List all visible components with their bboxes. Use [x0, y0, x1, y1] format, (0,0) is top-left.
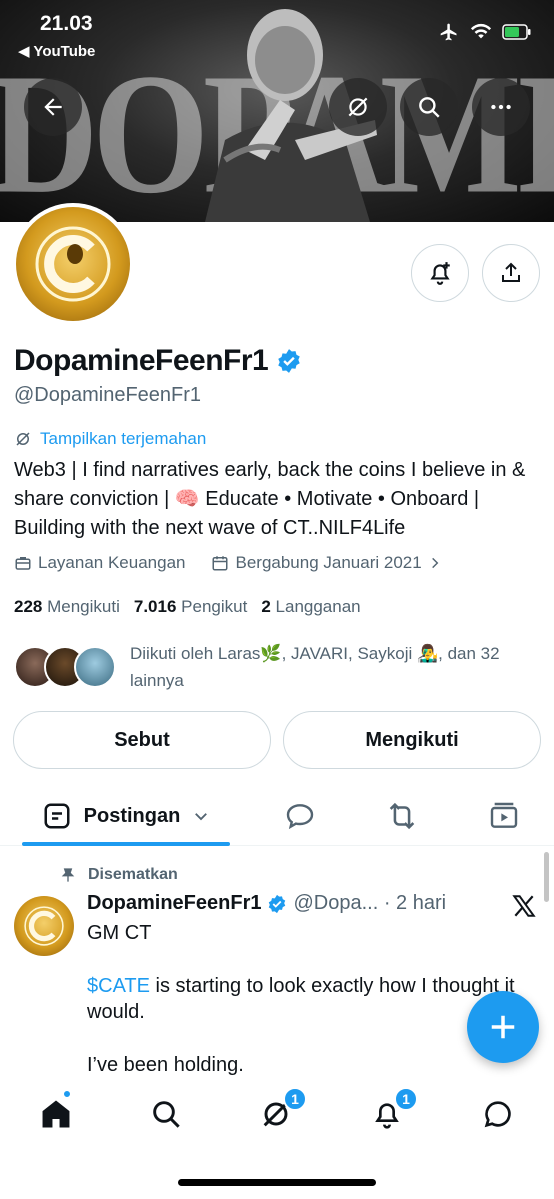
profile-stats: 228 Mengikuti 7.016 Pengikut 2 Langganan: [14, 597, 361, 617]
joined-label: Bergabung Januari 2021: [235, 553, 422, 572]
nav-messages[interactable]: [478, 1094, 518, 1134]
post-meta: @Dopa... · 2 hari: [293, 892, 447, 914]
tab-posts[interactable]: Postingan: [22, 786, 230, 846]
pin-icon: [61, 868, 75, 882]
cashtag-link[interactable]: $CATE: [87, 975, 150, 997]
arrow-left-icon: [44, 98, 62, 116]
nav-search[interactable]: [146, 1094, 186, 1134]
tab-replies[interactable]: [280, 786, 320, 846]
display-name-text: DopamineFeenFr1: [14, 344, 269, 377]
following-button[interactable]: Mengikuti: [283, 711, 541, 769]
coin-logo-icon: [35, 226, 111, 302]
nav-home[interactable]: [36, 1094, 76, 1134]
following-count: 228: [14, 597, 43, 616]
video-icon: [490, 802, 518, 828]
post-header: DopamineFeenFr1 @Dopa... · 2 hari: [87, 892, 446, 915]
profile-handle: @DopamineFeenFr1: [14, 384, 202, 406]
pinned-indicator: Disematkan: [60, 866, 178, 884]
home-indicator[interactable]: [178, 1179, 376, 1186]
grok-icon: [348, 97, 368, 117]
battery-icon: [502, 24, 531, 40]
post-text[interactable]: GM CT $CATE is starting to look exactly …: [87, 920, 537, 1078]
reply-bubble-icon: [286, 804, 314, 830]
verified-badge-icon[interactable]: [276, 348, 302, 374]
pinned-label: Disematkan: [88, 866, 178, 883]
subs-count: 2: [261, 597, 271, 616]
x-logo-icon[interactable]: [510, 893, 538, 919]
scrollbar[interactable]: [544, 852, 549, 902]
status-bar: 21.03 ◀ YouTube: [0, 0, 554, 60]
more-icon: [491, 104, 511, 110]
post-line: GM CT: [87, 922, 152, 944]
followed-by-text: Diikuti oleh Laras🌿, JAVARI, Saykoji 👨‍🎤…: [130, 644, 500, 690]
profile-avatar[interactable]: [12, 203, 134, 325]
grok-button[interactable]: [329, 78, 387, 136]
subscriptions-stat[interactable]: 2 Langganan: [261, 597, 360, 617]
coin-logo-icon: [24, 906, 64, 946]
repost-icon: [389, 802, 415, 830]
profile-meta: Layanan Keuangan Bergabung Januari 2021: [14, 553, 442, 573]
search-button[interactable]: [400, 78, 458, 136]
plus-icon: [491, 1015, 515, 1039]
wifi-icon: [470, 23, 492, 39]
tab-reposts[interactable]: [382, 786, 422, 846]
chevron-right-icon[interactable]: [428, 555, 442, 571]
grok-translate-icon: [16, 432, 30, 446]
calendar-icon: [212, 556, 228, 571]
tab-posts-label: Postingan: [83, 804, 181, 827]
search-icon: [419, 97, 440, 118]
translate-link[interactable]: Tampilkan terjemahan: [14, 429, 206, 449]
home-icon: [42, 1100, 70, 1128]
briefcase-icon: [15, 557, 31, 570]
category-label[interactable]: Layanan Keuangan: [38, 553, 185, 573]
search-icon: [153, 1101, 180, 1128]
more-options-button[interactable]: [472, 78, 530, 136]
grok-badge: 1: [283, 1087, 307, 1111]
bell-plus-icon: [430, 262, 450, 285]
share-icon: [502, 262, 520, 282]
profile-banner[interactable]: DOPAMINEFEENLIFE 21.03 ◀ YouTube: [0, 0, 554, 222]
verified-badge-icon: [269, 894, 286, 913]
post-author-avatar[interactable]: [14, 896, 74, 956]
compose-button[interactable]: [467, 991, 539, 1063]
translate-label[interactable]: Tampilkan terjemahan: [40, 429, 206, 449]
followers-count: 7.016: [133, 597, 177, 616]
following-stat[interactable]: 228 Mengikuti: [14, 597, 120, 617]
status-time: 21.03: [40, 12, 93, 35]
followers-label: Pengikut: [181, 597, 248, 616]
tab-media[interactable]: [484, 786, 524, 846]
status-icons: [438, 22, 532, 42]
chevron-down-icon: [195, 813, 208, 821]
notify-button[interactable]: [411, 244, 469, 302]
post-line-rest: is starting to look exactly how I though…: [87, 975, 515, 1023]
share-button[interactable]: [482, 244, 540, 302]
follower-avatar: [74, 646, 116, 688]
profile-tabs: Postingan: [0, 786, 554, 846]
display-name: DopamineFeenFr1: [14, 344, 302, 378]
followers-stat[interactable]: 7.016 Pengikut: [134, 597, 247, 617]
post-line: I’ve been holding.: [87, 1054, 244, 1076]
back-to-app-link[interactable]: ◀ YouTube: [18, 42, 95, 60]
chat-bubble-icon: [484, 1101, 511, 1128]
posts-icon: [44, 803, 70, 829]
notifications-badge: 1: [394, 1087, 418, 1111]
profile-bio: Web3 | I find narratives early, back the…: [14, 459, 526, 539]
subs-label: Langganan: [275, 597, 361, 616]
back-button[interactable]: [24, 78, 82, 136]
followed-by[interactable]: Diikuti oleh Laras🌿, JAVARI, Saykoji 👨‍🎤…: [14, 638, 544, 694]
active-tab-indicator: [22, 842, 230, 846]
airplane-icon: [440, 23, 457, 41]
following-label: Mengikuti: [47, 597, 120, 616]
post-author-name[interactable]: DopamineFeenFr1: [87, 892, 261, 915]
home-unread-dot: [62, 1089, 72, 1099]
mention-button[interactable]: Sebut: [13, 711, 271, 769]
